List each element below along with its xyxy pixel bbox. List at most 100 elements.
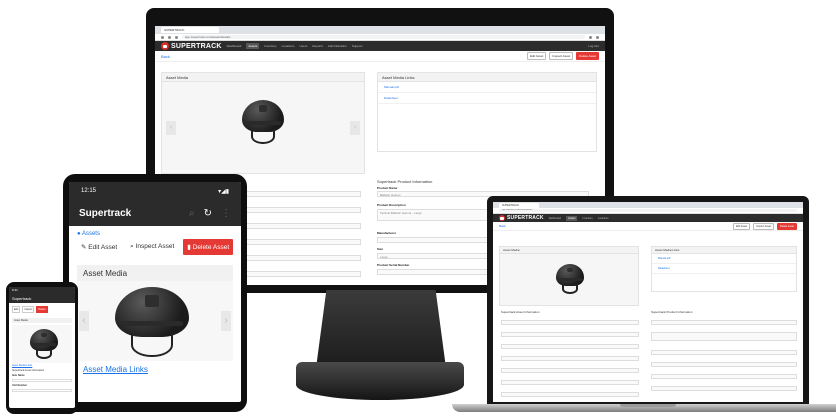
size-field — [651, 362, 797, 367]
edit-asset-button[interactable]: Edit — [12, 306, 21, 313]
edit-asset-button[interactable]: Edit Asset — [526, 52, 547, 60]
app-navbar: SUPERTRACK Dashboard Assets Inventory Lo… — [155, 41, 605, 51]
media-link[interactable]: Datasheet — [652, 264, 796, 274]
back-nav-icon[interactable] — [161, 35, 164, 39]
manufacturer-field — [651, 350, 797, 355]
product-description-label: Product Description — [377, 203, 406, 207]
carousel-next-icon[interactable]: › — [350, 120, 360, 135]
helmet-image — [30, 329, 58, 359]
manufacturer-label: Manufacturer — [377, 231, 397, 235]
item-name-field[interactable] — [501, 320, 639, 325]
nav-item-administration[interactable]: Administration — [328, 44, 347, 48]
reload-icon[interactable] — [175, 35, 178, 39]
forward-nav-icon[interactable] — [168, 35, 171, 39]
inspect-asset-button[interactable]: Inspect Asset — [753, 222, 774, 230]
nav-item-assets[interactable]: Assets — [246, 43, 260, 49]
url-input[interactable]: app.supertrack.com/assets/details — [182, 35, 585, 39]
extension-icon[interactable] — [589, 35, 592, 39]
browser-tab[interactable]: SUPERTRACK — [499, 202, 539, 208]
media-link[interactable]: Manual.pdf — [378, 82, 596, 93]
asset-media-carousel: ‹ › — [162, 82, 364, 173]
asset-toolbar: Back Edit Asset Inspect Asset Delete Ass… — [493, 222, 803, 231]
nav-item-dashboard[interactable]: Dashboard — [549, 217, 561, 220]
assets-breadcrumb[interactable]: ● Assets — [69, 226, 241, 239]
assets-link[interactable]: Assets — [82, 231, 100, 237]
phone-screen: 9:41 Supertrack Edit Inspect Delete Asse… — [9, 287, 75, 408]
supertrack-logo[interactable]: SUPERTRACK — [499, 215, 544, 221]
asset-media-links-link[interactable]: Asset Media Links — [69, 361, 241, 378]
asset-media-panel: Asset Media — [499, 246, 639, 306]
delete-asset-button[interactable]: ▮ Delete Asset — [183, 239, 234, 255]
size-label: Size — [377, 247, 384, 251]
nav-item-assets[interactable]: Assets — [565, 215, 578, 221]
asset-toolbar: Back Edit Asset Inspect Asset Delete Ass… — [155, 51, 605, 62]
signal-battery-icon: ▾◢▮ — [218, 188, 229, 195]
asset-media-carousel — [500, 254, 638, 305]
logo-icon — [161, 42, 169, 50]
app-navbar: SUPERTRACK Dashboard Assets Inventory Lo… — [493, 214, 803, 222]
asset-media-links-panel: Asset Media Links Manual.pdf Datasheet — [651, 246, 797, 292]
inspect-asset-button[interactable]: ⌕ Inspect Asset — [126, 239, 178, 255]
media-link[interactable]: Datasheet — [378, 93, 596, 104]
product-description-field — [651, 332, 797, 341]
inspect-asset-button[interactable]: Inspect Asset — [549, 52, 574, 60]
edit-icon: ✎ — [81, 244, 87, 251]
menu-icon[interactable]: ⋮ — [221, 208, 231, 219]
url-input[interactable]: app.supertrack.com/assets/details — [499, 209, 797, 212]
carousel-prev-icon[interactable]: ‹ — [166, 120, 176, 135]
back-link[interactable]: Back — [499, 224, 506, 228]
item-name-field[interactable] — [12, 379, 72, 382]
date-of-mfg-field[interactable] — [501, 380, 639, 385]
serial-number-field[interactable] — [501, 392, 639, 397]
phone-status-bar: 9:41 — [9, 287, 75, 294]
item-name-label: Item Name — [12, 374, 25, 377]
status-time: 12:15 — [81, 188, 97, 194]
nav-item-inventory[interactable]: Inventory — [582, 217, 592, 220]
inspect-asset-label: Inspect Asset — [135, 243, 175, 250]
nav-item-reports[interactable]: Reports — [312, 44, 323, 48]
browser-address-bar: app.supertrack.com/assets/details — [155, 34, 605, 41]
tablet: 12:15 ▾◢▮ Supertrack ⌕ ↻ ⋮ ● Assets ✎ Ed… — [63, 174, 247, 412]
edit-asset-button[interactable]: Edit Asset — [732, 222, 751, 230]
part-number-field[interactable] — [501, 356, 639, 361]
asset-media-carousel: ‹ › — [77, 281, 233, 361]
carousel-prev-icon[interactable]: ‹ — [79, 311, 89, 331]
delete-asset-button[interactable]: Delete Asset — [776, 222, 797, 230]
delete-asset-button[interactable]: Delete Asset — [576, 52, 599, 60]
nav-item-users[interactable]: Users — [300, 44, 308, 48]
search-icon[interactable]: ⌕ — [189, 208, 195, 219]
inspect-asset-button[interactable]: Inspect — [22, 306, 35, 313]
browser-tab[interactable]: SUPERTRACK — [161, 27, 219, 33]
laptop-screen: SUPERTRACK app.supertrack.com/assets/det… — [493, 202, 803, 402]
asset-media-panel: Asset Media ‹ › — [161, 72, 365, 174]
nav-item-dashboard[interactable]: Dashboard — [227, 44, 242, 48]
profile-icon[interactable] — [596, 35, 599, 39]
unit-number-field[interactable] — [12, 389, 72, 392]
lot-number-field[interactable] — [501, 368, 639, 373]
delete-asset-button[interactable]: Delete — [36, 306, 48, 313]
unit-number-label: Unit Number — [12, 384, 27, 387]
trash-icon: ▮ — [187, 244, 191, 251]
nav-item-locations[interactable]: Locations — [598, 217, 609, 220]
device-mockup-stage: SUPERTRACK app.supertrack.com/assets/det… — [0, 0, 836, 418]
helmet-image — [115, 287, 189, 357]
helmet-image — [556, 264, 584, 294]
edit-asset-button[interactable]: ✎ Edit Asset — [77, 239, 121, 255]
supertrack-logo[interactable]: SUPERTRACK — [161, 42, 222, 50]
nav-item-support[interactable]: Support — [352, 44, 363, 48]
browser-tab-strip: SUPERTRACK — [155, 26, 605, 34]
phone-action-buttons: Edit Inspect Delete — [9, 303, 75, 316]
asset-media-carousel — [12, 325, 72, 363]
nav-item-inventory[interactable]: Inventory — [264, 44, 276, 48]
phone-app-bar: Supertrack — [9, 294, 75, 303]
helmet-image — [242, 100, 284, 144]
refresh-icon[interactable]: ↻ — [204, 208, 212, 219]
carousel-next-icon[interactable]: › — [221, 311, 231, 331]
back-link[interactable]: Back — [161, 54, 170, 59]
nav-item-locations[interactable]: Locations — [282, 44, 295, 48]
media-link[interactable]: Manual.pdf — [652, 254, 796, 264]
unit-price-field[interactable] — [501, 344, 639, 349]
brand-name: SUPERTRACK — [171, 42, 222, 50]
unit-number-field[interactable] — [501, 332, 639, 337]
logout-link[interactable]: Log Out — [588, 44, 599, 48]
